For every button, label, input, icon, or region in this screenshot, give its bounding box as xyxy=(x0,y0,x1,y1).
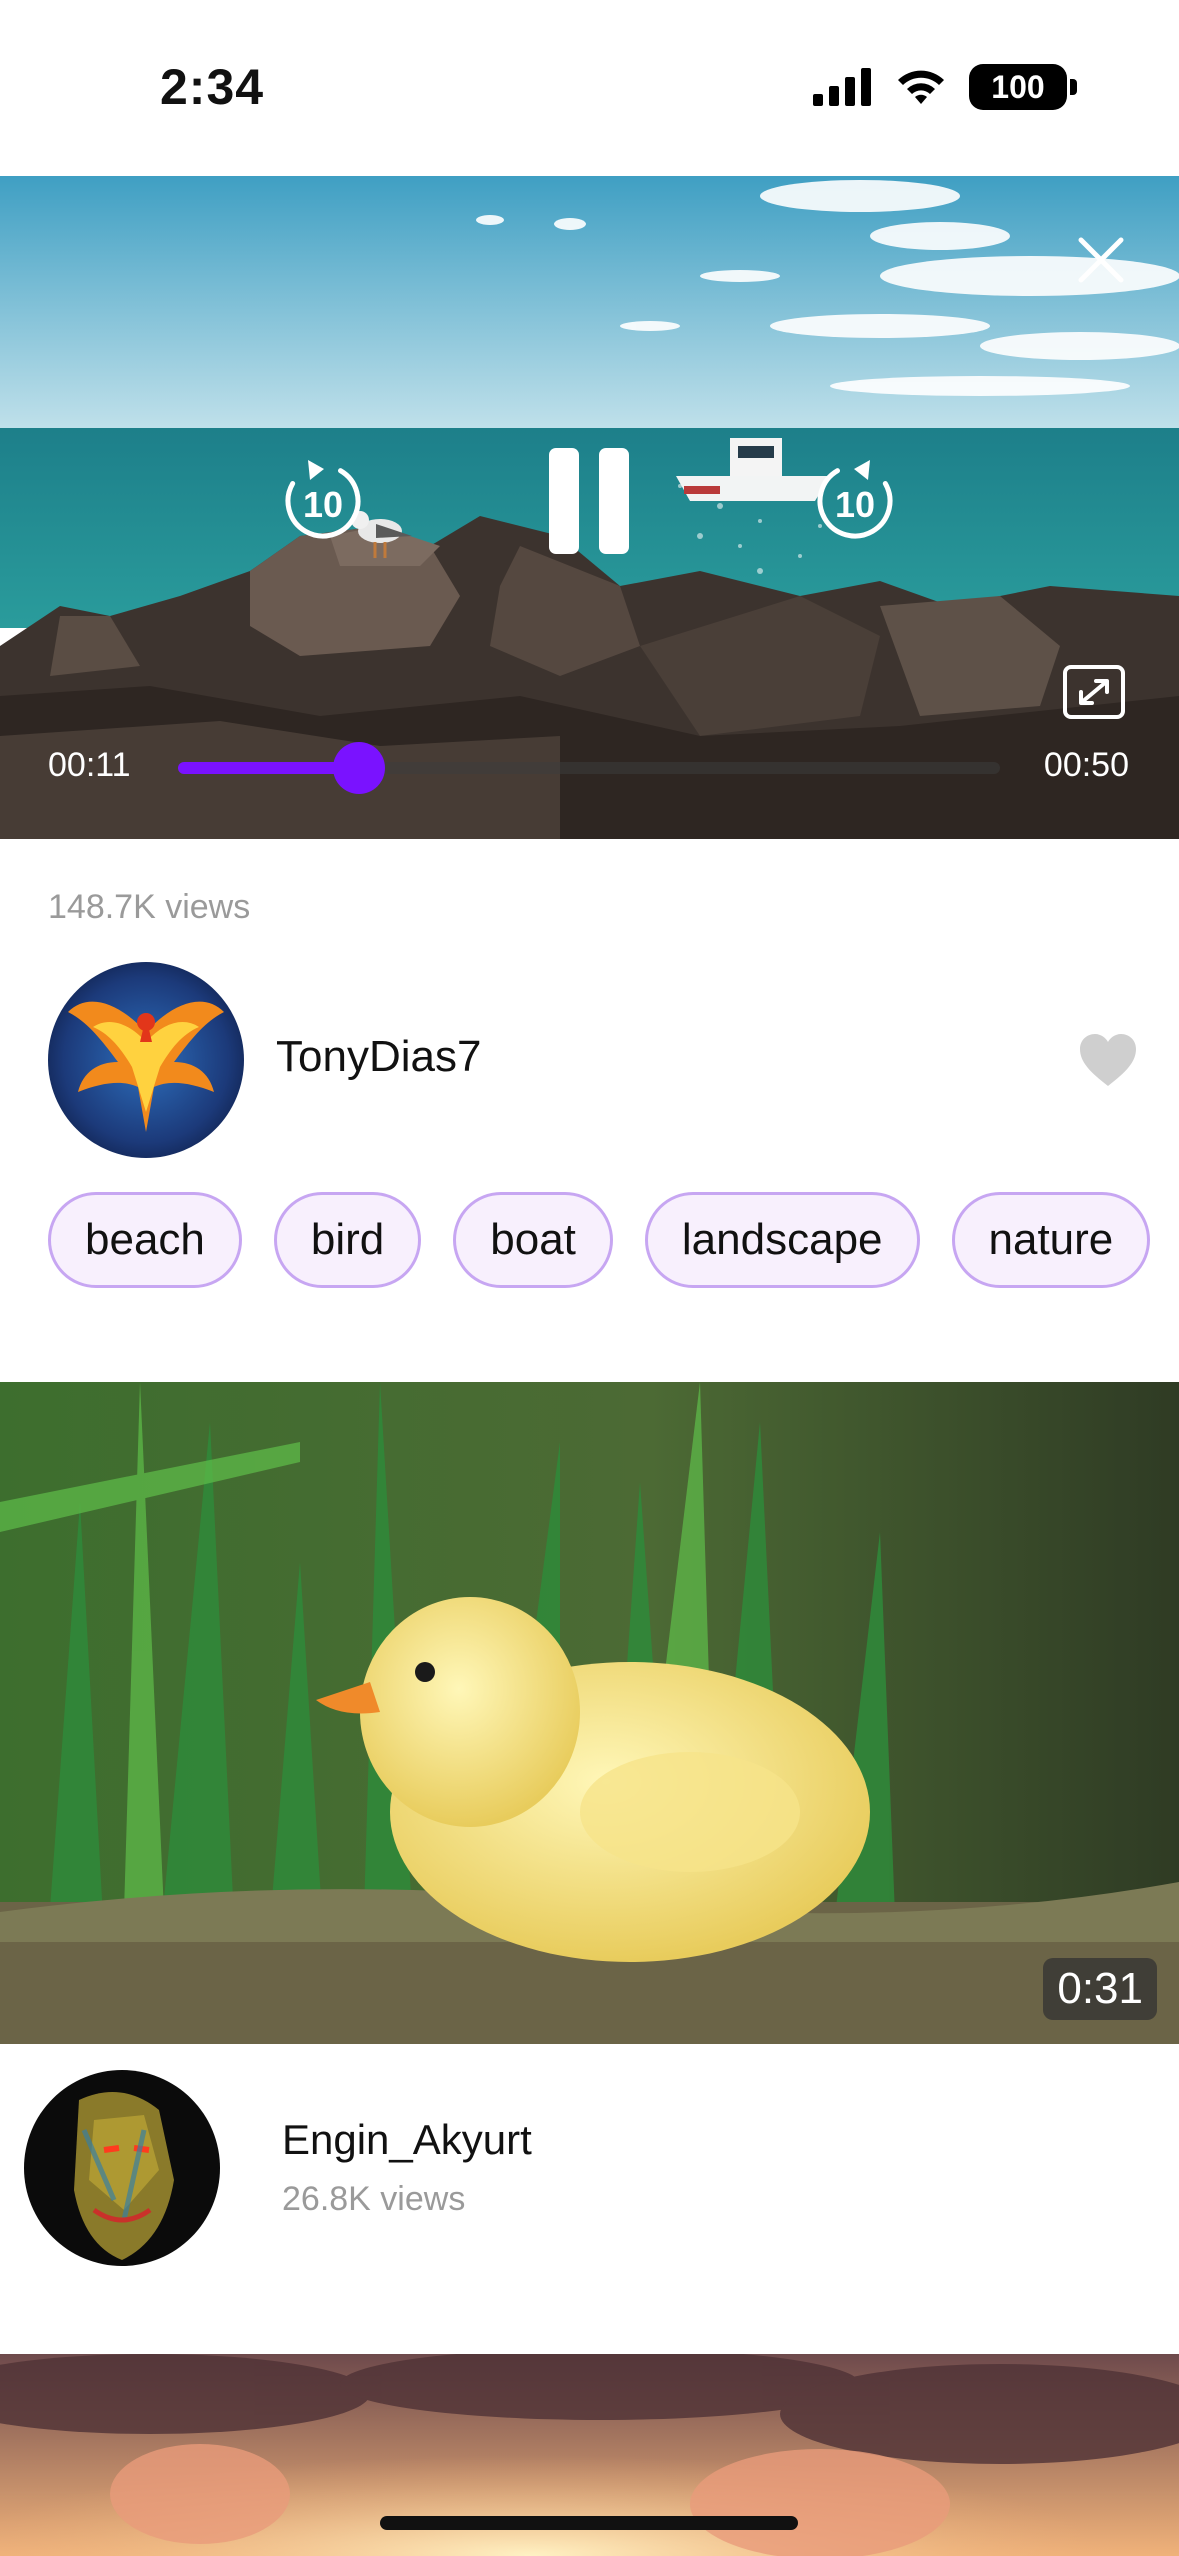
duration-badge: 0:31 xyxy=(1043,1958,1157,2020)
avatar[interactable] xyxy=(48,962,244,1158)
heart-icon xyxy=(1080,1034,1136,1086)
home-indicator[interactable] xyxy=(380,2516,798,2530)
current-time: 00:11 xyxy=(48,746,131,784)
battery-icon: 100 xyxy=(969,64,1079,110)
forward-button[interactable]: 10 xyxy=(810,456,900,546)
signal-icon xyxy=(813,68,871,106)
views-count: 148.7K views xyxy=(48,888,251,926)
tag-chip[interactable]: nature xyxy=(951,1192,1151,1288)
video-thumbnail[interactable]: 0:31 xyxy=(0,1382,1179,2044)
status-time: 2:34 xyxy=(160,59,265,115)
pause-button[interactable] xyxy=(545,446,633,556)
author-name[interactable]: Engin_Akyurt xyxy=(282,2116,532,2164)
phoenix-avatar-image xyxy=(48,962,244,1158)
forward-seconds: 10 xyxy=(834,484,876,525)
expand-icon xyxy=(1063,665,1125,719)
progress-slider[interactable] xyxy=(178,742,1000,794)
status-bar: 2:34 100 xyxy=(0,0,1179,176)
face-avatar-image xyxy=(24,2070,220,2266)
video-player[interactable]: 10 10 00:11 00:50 xyxy=(0,176,1179,839)
author-name[interactable]: TonyDias7 xyxy=(276,1032,481,1082)
rewind-seconds: 10 xyxy=(302,484,344,525)
status-icons: 100 xyxy=(813,62,1079,112)
rewind-button[interactable]: 10 xyxy=(278,456,368,546)
views-count: 26.8K views xyxy=(282,2180,466,2218)
pause-icon xyxy=(549,448,629,554)
battery-level: 100 xyxy=(969,64,1067,110)
tag-list: beach bird boat landscape nature xyxy=(48,1192,1151,1288)
tag-chip[interactable]: bird xyxy=(273,1192,422,1288)
tag-chip[interactable]: boat xyxy=(453,1192,613,1288)
duckling-thumbnail-image xyxy=(0,1382,1179,2044)
tag-chip[interactable]: beach xyxy=(48,1192,242,1288)
close-button[interactable] xyxy=(1065,224,1137,296)
progress-thumb[interactable] xyxy=(332,742,385,794)
close-icon xyxy=(1078,237,1124,283)
fullscreen-button[interactable] xyxy=(1060,662,1128,722)
author-row: TonyDias7 xyxy=(48,962,1138,1158)
tag-chip[interactable]: landscape xyxy=(644,1192,920,1288)
progress-fill xyxy=(178,762,359,774)
wifi-icon xyxy=(898,70,944,104)
total-time: 00:50 xyxy=(1043,746,1129,784)
video-card-meta: Engin_Akyurt 26.8K views xyxy=(0,2044,1179,2354)
like-button[interactable] xyxy=(1078,1032,1138,1088)
avatar[interactable] xyxy=(24,2070,220,2266)
